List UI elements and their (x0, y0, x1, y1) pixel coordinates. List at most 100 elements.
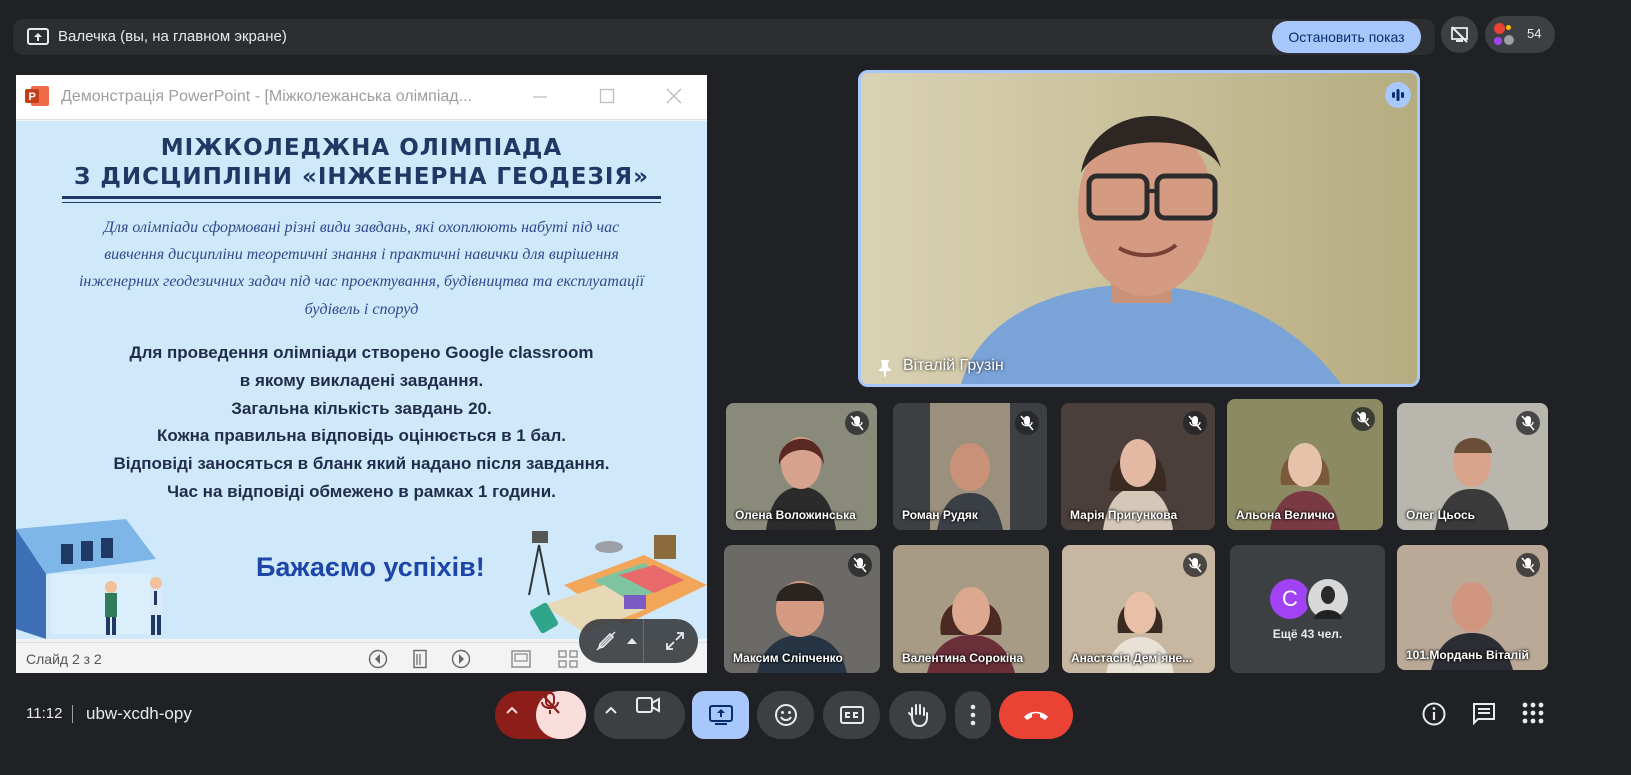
mic-off-icon (1183, 553, 1207, 577)
previous-slide-icon[interactable] (368, 649, 388, 669)
powerpoint-window: P Демонстрація PowerPoint - [Міжколежанс… (16, 75, 707, 673)
participant-avatar (1506, 25, 1511, 30)
present-screen-button[interactable] (692, 691, 749, 739)
expand-icon[interactable] (665, 631, 685, 651)
participant-name: Роман Рудяк (902, 508, 978, 522)
participant-name: Анастасія Дем`яне... (1071, 651, 1193, 665)
meeting-code[interactable]: ubw-xcdh-opy (86, 704, 192, 724)
mic-off-icon (1351, 407, 1375, 431)
chat-icon[interactable] (1471, 701, 1501, 731)
slide-body-line: Час на відповіді обмежено в рамках 1 год… (167, 482, 556, 501)
participant-avatar (1494, 37, 1502, 45)
reactions-button[interactable] (757, 691, 814, 739)
microphone-control-group (495, 691, 586, 739)
audio-options-button[interactable] (495, 691, 541, 739)
close-icon[interactable] (666, 88, 682, 104)
grid-view-icon[interactable] (557, 649, 579, 669)
slide-counter: Слайд 2 з 2 (26, 651, 102, 667)
present-screen-icon (27, 27, 49, 47)
speaker-video-tile[interactable]: Віталій Грузін (858, 70, 1420, 387)
more-options-button[interactable] (955, 691, 991, 739)
slide-title-line1: МІЖКОЛЕДЖНА ОЛІМПІАДА (160, 135, 563, 161)
presenting-bar: Валечка (вы, на главном экране) Останови… (13, 19, 1435, 55)
video-options-button[interactable] (594, 691, 640, 739)
participant-tile[interactable]: Роман Рудяк (893, 403, 1047, 530)
pin-icon[interactable] (878, 359, 892, 377)
camera-toggle-button[interactable] (635, 691, 685, 739)
hide-self-view-button[interactable] (1441, 16, 1478, 53)
participant-avatar (1504, 35, 1514, 45)
meeting-details-icon[interactable] (1421, 701, 1451, 731)
ppt-title-bar: P Демонстрація PowerPoint - [Міжколежанс… (16, 75, 707, 120)
speaking-indicator-icon (1385, 82, 1411, 108)
captions-button[interactable] (823, 691, 880, 739)
stop-presenting-button[interactable]: Остановить показ (1272, 21, 1421, 53)
slide-body-line: Кожна правильна відповідь оцінюється в 1… (157, 426, 566, 445)
participant-name: Марія Пригункова (1070, 508, 1178, 522)
pen-icon[interactable] (596, 631, 616, 651)
meeting-time: 11:12 (26, 705, 63, 722)
speaker-name: Віталій Грузін (903, 357, 1004, 374)
slide-italic-text: інженерних геодезичних задач під час про… (78, 273, 645, 290)
raise-hand-button[interactable] (889, 691, 946, 739)
leave-call-button[interactable] (999, 691, 1073, 739)
powerpoint-logo-icon: P (25, 84, 51, 108)
microphone-toggle-button[interactable] (536, 691, 586, 739)
participant-tile[interactable]: Валентина Сорокіна (893, 545, 1049, 673)
minimize-icon[interactable] (532, 89, 548, 105)
participant-tile[interactable]: Анастасія Дем`яне... (1062, 545, 1215, 673)
toolbar-divider (643, 619, 644, 663)
divider (72, 705, 73, 723)
caret-up-icon[interactable] (626, 636, 638, 646)
participant-count: 54 (1527, 26, 1542, 41)
more-participants-label: Ещё 43 чел. (1272, 627, 1343, 641)
mic-off-icon (1516, 411, 1540, 435)
participant-name: Валентина Сорокіна (902, 651, 1024, 665)
slide-body-line: Відповіді заносяться в бланк який надано… (113, 454, 610, 473)
ppt-window-title: Демонстрація PowerPoint - [Міжколежанськ… (61, 88, 472, 105)
maximize-icon[interactable] (599, 88, 615, 104)
participant-tile[interactable]: Максим Сліпченко (724, 545, 880, 673)
activities-icon[interactable] (1521, 701, 1551, 731)
slide-body-line: Для проведення олімпіади створено Google… (129, 343, 594, 362)
slide-body-line: в якому викладені завдання. (239, 371, 484, 390)
slide-body-line: Загальна кількість завдань 20. (231, 399, 492, 418)
participant-tile[interactable]: 101.Мордань Віталій (1397, 545, 1548, 670)
mic-off-icon (1015, 411, 1039, 435)
slide-italic-text: будівель і споруд (304, 301, 419, 318)
slide-title-line2: З ДИСЦИПЛІНИ «ІНЖЕНЕРНА ГЕОДЕЗІЯ» (74, 164, 649, 190)
participant-avatar (1306, 577, 1350, 621)
annotation-toolbar (579, 619, 698, 663)
participant-avatar (1494, 23, 1505, 34)
next-slide-icon[interactable] (451, 649, 471, 669)
participant-name: Олена Воложинська (735, 508, 856, 522)
mic-off-icon (1183, 411, 1207, 435)
participant-name: Олег Цьось (1406, 508, 1476, 522)
participant-name: 101.Мордань Віталій (1406, 648, 1529, 662)
mic-off-icon (845, 411, 869, 435)
svg-text:P: P (29, 91, 36, 103)
no-screen-icon (1450, 25, 1469, 44)
slide-sorter-icon[interactable] (411, 649, 429, 669)
participant-tile[interactable]: Олена Воложинська (726, 403, 877, 530)
title-underline (62, 196, 661, 199)
participant-avatar: С (1270, 579, 1310, 619)
more-participants-tile[interactable]: С Ещё 43 чел. (1230, 545, 1385, 673)
slide-italic-text: Для олімпіади сформовані різні види завд… (103, 219, 620, 236)
participant-tile[interactable]: Олег Цьось (1397, 403, 1548, 530)
slide-italic-text: вивчення дисципліни теоретичні знання і … (104, 246, 619, 263)
participant-name: Альона Величко (1236, 508, 1335, 522)
presenting-label: Валечка (вы, на главном экране) (58, 28, 287, 45)
normal-view-icon[interactable] (510, 649, 532, 669)
slide-canvas: МІЖКОЛЕДЖНА ОЛІМПІАДА З ДИСЦИПЛІНИ «ІНЖЕ… (16, 121, 707, 639)
participants-chip[interactable]: 54 (1485, 16, 1555, 53)
building-illustration (16, 519, 196, 639)
slide-wish-text: Бажаємо успіхів! (256, 552, 485, 582)
mic-off-icon (848, 553, 872, 577)
participant-tile[interactable]: Марія Пригункова (1061, 403, 1215, 530)
title-underline (62, 202, 661, 203)
mic-off-icon (1516, 553, 1540, 577)
participant-name: Максим Сліпченко (733, 651, 843, 665)
participant-tile[interactable]: Альона Величко (1227, 399, 1383, 530)
camera-control-group (594, 691, 685, 739)
